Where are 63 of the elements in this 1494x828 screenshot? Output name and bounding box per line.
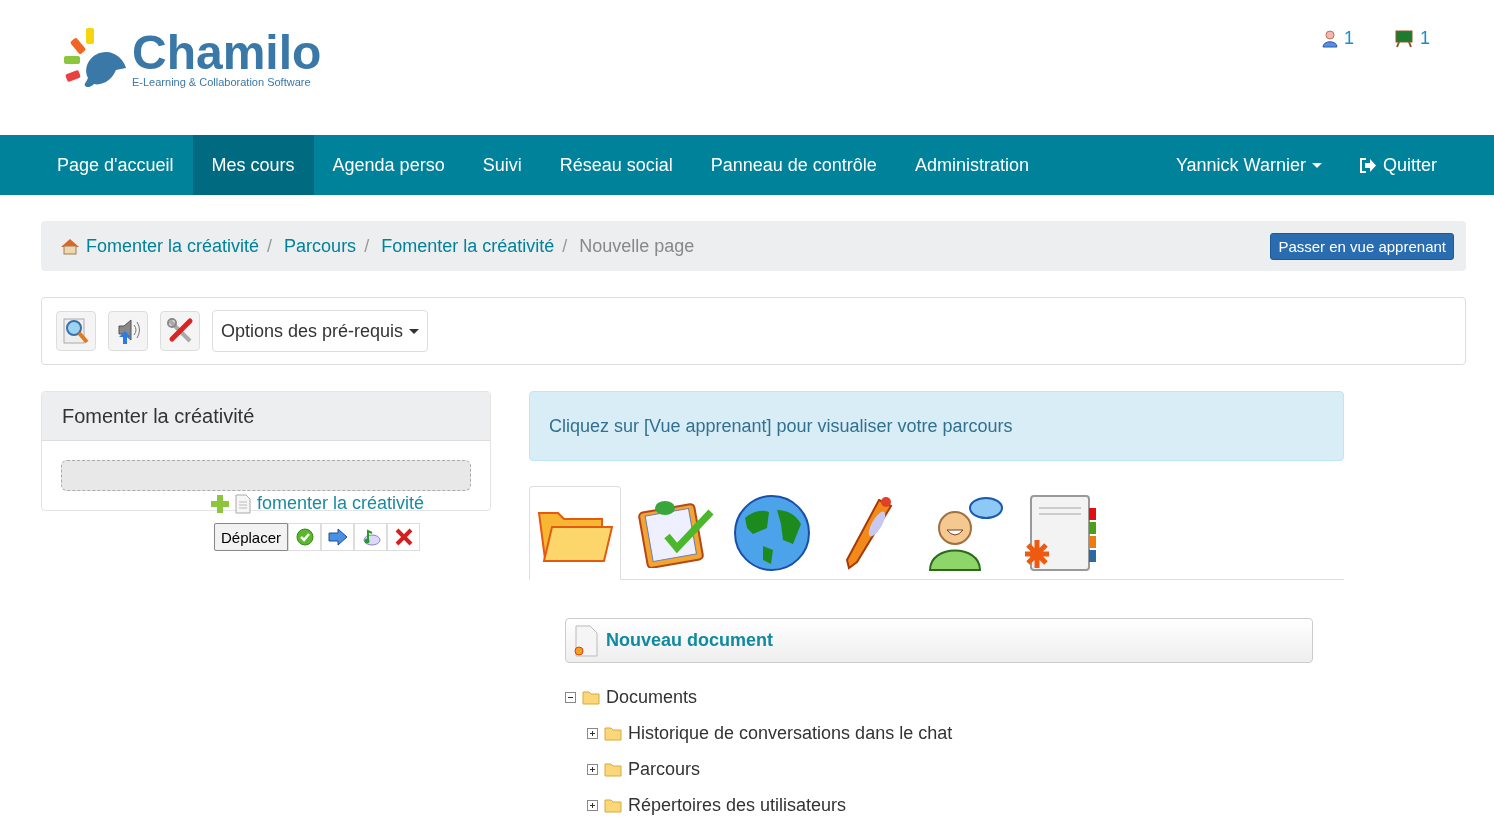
breadcrumb-link[interactable]: Fomenter la créativité bbox=[381, 235, 555, 257]
chalkboard-icon bbox=[1394, 29, 1414, 48]
delete-icon bbox=[394, 528, 413, 546]
user-menu[interactable]: Yannick Warnier bbox=[1156, 135, 1341, 195]
item-link[interactable]: fomenter la créativité bbox=[257, 493, 425, 514]
checklist-icon bbox=[637, 498, 715, 568]
action-button[interactable] bbox=[387, 523, 421, 551]
panel-title: Fomenter la créativité bbox=[42, 392, 490, 441]
check-icon bbox=[295, 528, 314, 546]
sign-out-icon bbox=[1359, 157, 1377, 173]
breadcrumb-current: Nouvelle page bbox=[579, 235, 695, 257]
learner-view-button[interactable]: Passer en vue apprenant bbox=[1270, 232, 1454, 260]
music-disc-icon bbox=[360, 528, 381, 546]
action-button[interactable] bbox=[354, 523, 388, 551]
nav-tab[interactable]: Panneau de contrôle bbox=[691, 135, 896, 195]
logout-link[interactable]: Quitter bbox=[1340, 135, 1456, 195]
tree-folder[interactable]: Répertoires des utilisateurs bbox=[628, 794, 847, 816]
tree-folder[interactable]: Historique de conversations dans le chat bbox=[628, 722, 953, 744]
counter-link[interactable]: 1 bbox=[1394, 28, 1430, 49]
folder-icon bbox=[582, 689, 600, 705]
home-icon bbox=[60, 237, 80, 255]
folder-icon bbox=[604, 797, 622, 813]
tree-toggle[interactable] bbox=[587, 799, 598, 811]
resource-tab[interactable] bbox=[529, 486, 621, 580]
search-icon bbox=[62, 317, 90, 345]
tree-folder[interactable]: Parcours bbox=[628, 758, 701, 780]
tools-icon bbox=[166, 317, 194, 345]
nav-tab[interactable]: Administration bbox=[895, 135, 1048, 195]
action-button[interactable] bbox=[321, 523, 355, 551]
breadcrumb-separator: / bbox=[562, 235, 568, 257]
tree-folder[interactable]: Documents bbox=[606, 686, 698, 708]
breadcrumb-link[interactable]: Parcours bbox=[284, 235, 357, 257]
user-icon bbox=[1321, 29, 1338, 48]
logo-wordmark: Chamilo bbox=[132, 30, 322, 76]
breadcrumb-link[interactable]: Fomenter la créativité bbox=[86, 235, 260, 257]
breadcrumb-separator: / bbox=[364, 235, 370, 257]
arrow-right-icon bbox=[327, 528, 348, 546]
logo-tagline: E-Learning & Collaboration Software bbox=[132, 76, 312, 88]
new-document-link[interactable]: Nouveau document bbox=[606, 630, 774, 651]
tree-toggle[interactable] bbox=[587, 763, 598, 775]
counter-link[interactable]: 1 bbox=[1321, 28, 1354, 49]
tree-toggle[interactable] bbox=[565, 691, 576, 703]
nav-tab[interactable]: Réseau social bbox=[540, 135, 692, 195]
prerequisites-dropdown[interactable]: Options des pré-requis bbox=[212, 310, 429, 352]
globe-icon bbox=[733, 494, 811, 572]
nav-tab[interactable]: Page d'accueil bbox=[38, 135, 193, 195]
move-button[interactable]: Déplacer bbox=[214, 523, 289, 551]
breadcrumb-separator: / bbox=[267, 235, 273, 257]
folder-icon bbox=[604, 761, 622, 777]
toolbar-button[interactable] bbox=[160, 311, 200, 351]
info-message: Cliquez sur [Vue apprenant] pour visualiser votre parcours bbox=[529, 391, 1344, 461]
nav-tab[interactable]: Suivi bbox=[463, 135, 541, 195]
tree-toggle[interactable] bbox=[587, 727, 598, 739]
nav-tab[interactable]: Mes cours bbox=[192, 135, 314, 195]
document-icon bbox=[235, 493, 251, 514]
nav-tab[interactable]: Agenda perso bbox=[313, 135, 464, 195]
new-document-bar[interactable]: Nouveau document bbox=[565, 618, 1313, 663]
toolbar-button[interactable] bbox=[108, 311, 148, 351]
new-document-icon bbox=[572, 624, 598, 657]
folder-icon bbox=[604, 725, 622, 741]
action-button[interactable] bbox=[288, 523, 322, 551]
toolbar-button[interactable] bbox=[56, 311, 96, 351]
chamilo-logo[interactable]: Chamilo E-Learning & Collaboration Software bbox=[62, 26, 322, 92]
